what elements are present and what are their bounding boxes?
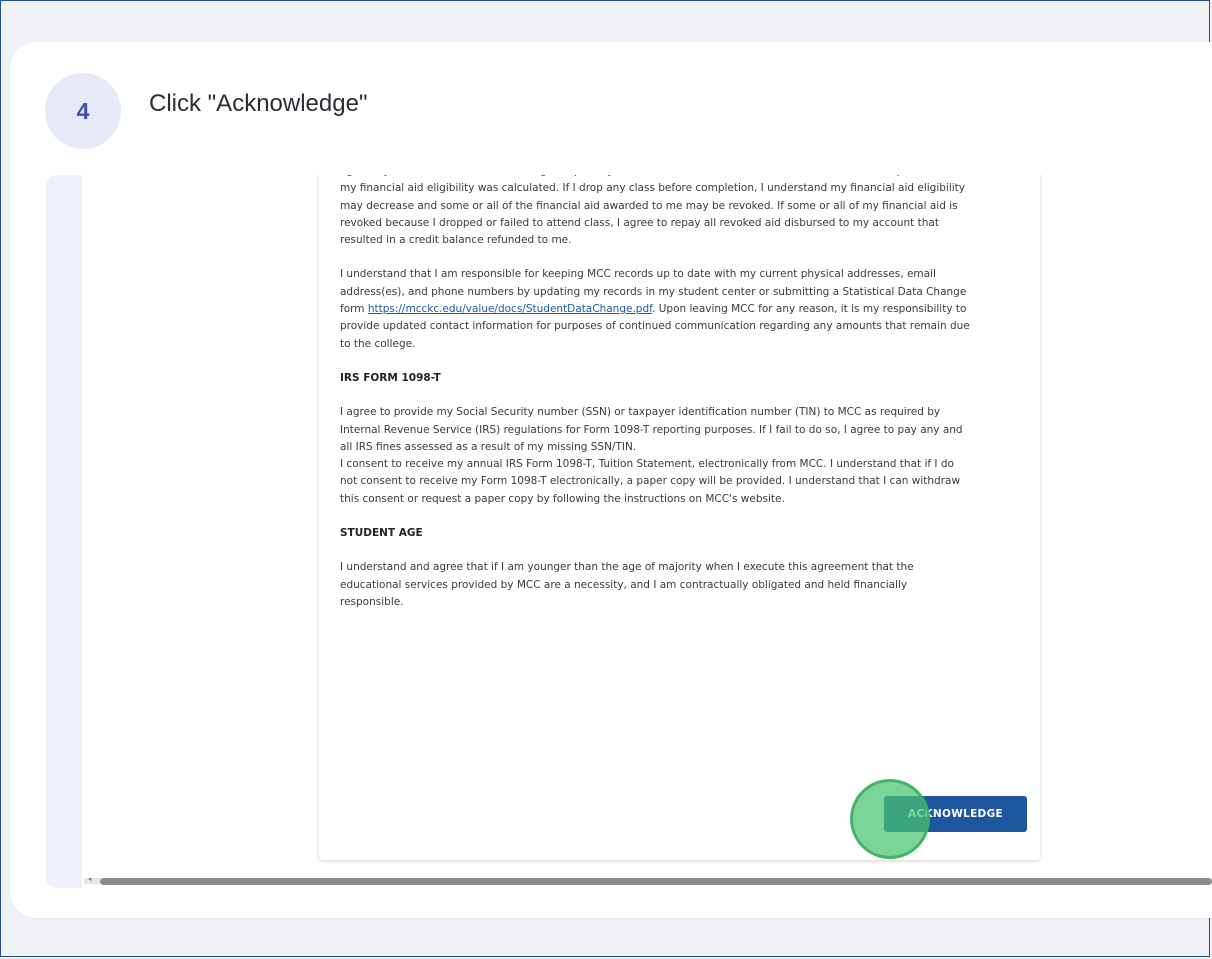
agreement-document: agree my financial aid award is continge… <box>319 175 1040 860</box>
click-indicator <box>850 779 930 859</box>
step-number-badge: 4 <box>45 73 121 149</box>
heading-irs-form: IRS FORM 1098-T <box>340 371 441 384</box>
paragraph-consent: I consent to receive my annual IRS Form … <box>340 458 961 505</box>
step-title: Click "Acknowledge" <box>149 90 368 117</box>
paragraph-ssn: I agree to provide my Social Security nu… <box>340 406 963 453</box>
paragraph-records: I understand that I am responsible for k… <box>340 266 970 352</box>
screenshot-left-strip <box>46 175 82 888</box>
horizontal-scrollbar-thumb[interactable] <box>100 878 1212 885</box>
paragraph-financial-aid: agree my financial aid award is continge… <box>340 175 966 247</box>
agreement-text: agree my financial aid award is continge… <box>340 175 970 611</box>
scroll-left-icon[interactable]: ◂ <box>88 875 92 883</box>
heading-student-age: STUDENT AGE <box>340 527 423 540</box>
screenshot-panel: agree my financial aid award is continge… <box>46 175 1212 888</box>
student-data-change-link[interactable]: https://mcckc.edu/value/docs/StudentData… <box>368 303 652 315</box>
paragraph-student-age: I understand and agree that if I am youn… <box>340 561 914 608</box>
